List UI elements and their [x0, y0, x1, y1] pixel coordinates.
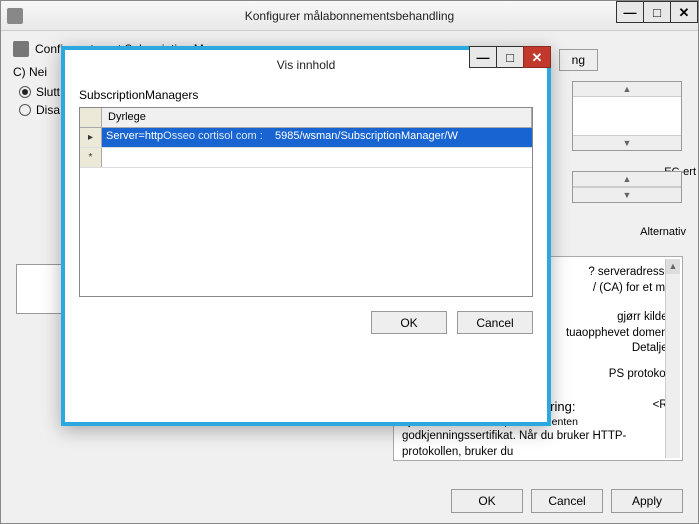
right-textbox-small[interactable]: ▲ ▼: [572, 171, 682, 203]
modal-maximize-button[interactable]: □: [496, 46, 524, 68]
modal-title: Vis innhold: [277, 58, 336, 72]
row-selector-icon[interactable]: ▸: [80, 128, 102, 147]
grid-row-selected[interactable]: ▸ Server=httpOsseo cortisol com : 5985/w…: [80, 128, 532, 148]
grid-column-header[interactable]: Dyrlege: [102, 108, 532, 127]
scroll-down-icon[interactable]: ▼: [573, 187, 681, 202]
maximize-button[interactable]: □: [643, 1, 671, 23]
minimize-button[interactable]: —: [616, 1, 644, 23]
outer-window: Konfigurer målabonnementsbehandling — □ …: [0, 0, 699, 524]
modal-titlebar: Vis innhold — □ ✕: [65, 50, 547, 80]
grid-cell[interactable]: Server=httpOsseo cortisol com : 5985/wsm…: [102, 128, 532, 147]
grid-header: Dyrlege: [80, 108, 532, 128]
modal-window-controls: — □ ✕: [470, 46, 551, 68]
scroll-up-icon[interactable]: ▲: [573, 172, 681, 187]
subscription-grid[interactable]: Dyrlege ▸ Server=httpOsseo cortisol com …: [79, 107, 533, 297]
show-content-dialog: Vis innhold — □ ✕ SubscriptionManagers D…: [61, 46, 551, 426]
grid-corner: [80, 108, 102, 127]
outer-dialog-buttons: OK Cancel Apply: [451, 489, 683, 513]
close-button[interactable]: ✕: [670, 1, 698, 23]
grid-cell-part: Osseo cortisol com :: [163, 130, 263, 142]
grid-row-new[interactable]: *: [80, 148, 532, 168]
help-scrollbar[interactable]: ▲: [665, 259, 680, 458]
grid-cell-part: 5985/wsman/SubscriptionManager/W: [275, 130, 458, 142]
grid-cell-empty[interactable]: [102, 148, 532, 167]
alternative-label: Alternativ: [640, 226, 686, 238]
modal-close-button[interactable]: ✕: [523, 46, 551, 68]
modal-ok-button[interactable]: OK: [371, 311, 447, 334]
outer-window-controls: — □ ✕: [617, 1, 698, 23]
radio-on-icon: [19, 86, 31, 98]
grid-cell-part: Server=http: [106, 130, 163, 142]
ok-button[interactable]: OK: [451, 489, 523, 513]
subscription-managers-label: SubscriptionManagers: [79, 88, 533, 102]
modal-buttons: OK Cancel: [79, 311, 533, 334]
outer-titlebar: Konfigurer målabonnementsbehandling — □ …: [1, 1, 698, 31]
app-icon: [7, 8, 23, 24]
window-title: Konfigurer målabonnementsbehandling: [245, 9, 454, 23]
configure-icon: [13, 41, 29, 57]
apply-button[interactable]: Apply: [611, 489, 683, 513]
scroll-down-icon[interactable]: ▼: [573, 135, 681, 150]
new-row-icon[interactable]: *: [80, 148, 102, 167]
radio-off-label: Disa: [36, 103, 60, 117]
cancel-button[interactable]: Cancel: [531, 489, 603, 513]
radio-on-label: Slutt: [36, 85, 60, 99]
modal-minimize-button[interactable]: —: [469, 46, 497, 68]
right-textbox-large[interactable]: ▲ ▼: [572, 81, 682, 151]
modal-cancel-button[interactable]: Cancel: [457, 311, 533, 334]
scroll-up-icon[interactable]: ▲: [666, 259, 680, 274]
help-line: godkjenningssertifikat. Når du bruker HT…: [402, 429, 674, 460]
scroll-up-icon[interactable]: ▲: [573, 82, 681, 97]
radio-off-icon: [19, 104, 31, 116]
ng-button[interactable]: ng: [559, 49, 598, 71]
